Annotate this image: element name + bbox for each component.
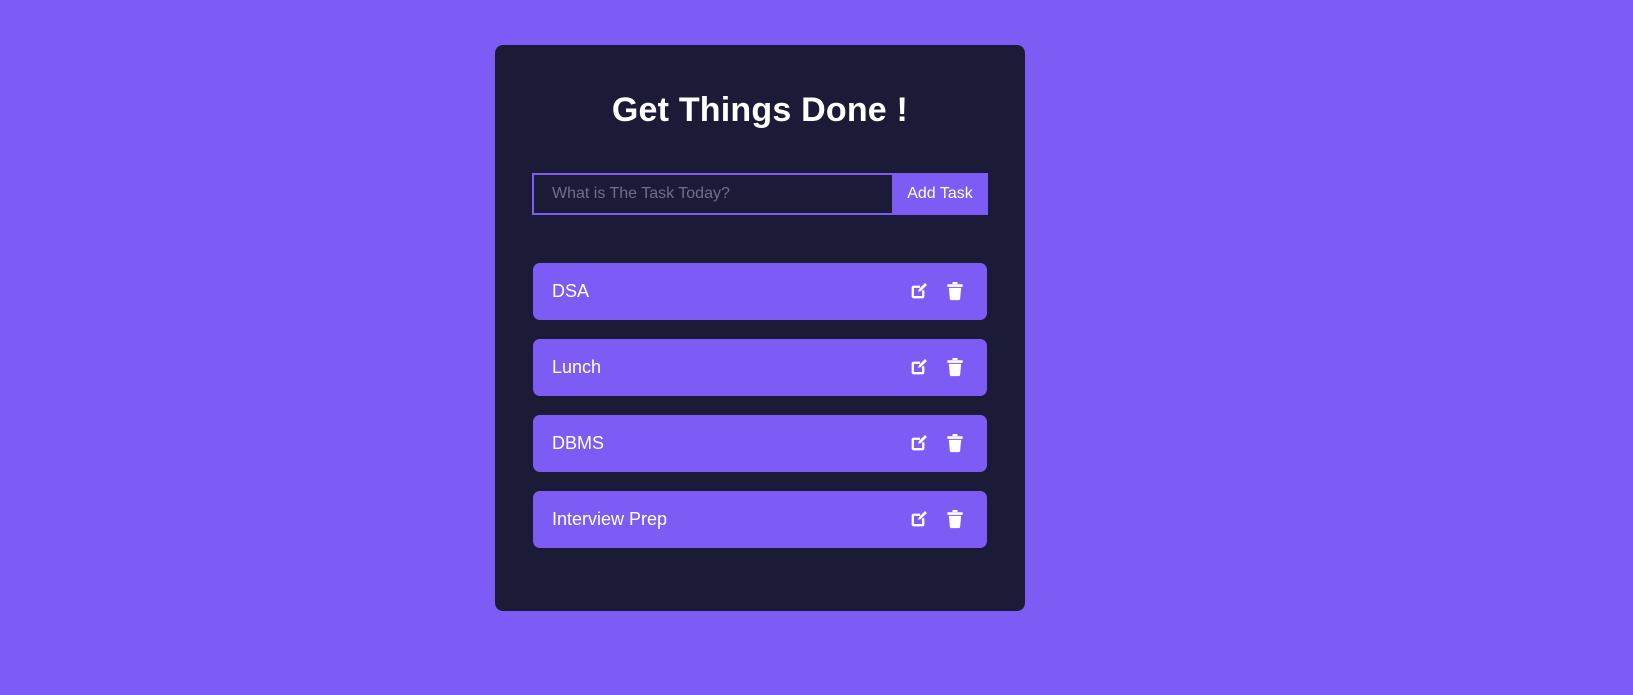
- task-row[interactable]: Interview Prep: [533, 490, 987, 548]
- task-label: DBMS: [552, 432, 605, 453]
- delete-task-button[interactable]: [943, 507, 967, 531]
- task-row[interactable]: Lunch: [533, 338, 987, 396]
- edit-pencil-square-icon: [908, 356, 930, 378]
- trash-icon: [945, 280, 965, 302]
- task-actions: [907, 431, 967, 455]
- task-input[interactable]: [532, 172, 892, 215]
- edit-pencil-square-icon: [908, 432, 930, 454]
- task-label: Lunch: [552, 356, 602, 377]
- trash-icon: [945, 432, 965, 454]
- app-root: Get Things Done ! Add Task DSA: [0, 0, 1633, 695]
- add-task-button[interactable]: Add Task: [892, 172, 988, 215]
- task-actions: [907, 355, 967, 379]
- edit-task-button[interactable]: [907, 507, 931, 531]
- delete-task-button[interactable]: [943, 355, 967, 379]
- edit-pencil-square-icon: [908, 508, 930, 530]
- task-row[interactable]: DSA: [533, 262, 987, 320]
- task-actions: [907, 279, 967, 303]
- todo-panel: Get Things Done ! Add Task DSA: [495, 45, 1025, 611]
- edit-task-button[interactable]: [907, 355, 931, 379]
- delete-task-button[interactable]: [943, 279, 967, 303]
- task-row[interactable]: DBMS: [533, 414, 987, 472]
- task-label: DSA: [552, 280, 590, 301]
- edit-task-button[interactable]: [907, 431, 931, 455]
- add-task-form: Add Task: [532, 172, 988, 215]
- trash-icon: [945, 356, 965, 378]
- delete-task-button[interactable]: [943, 431, 967, 455]
- edit-task-button[interactable]: [907, 279, 931, 303]
- task-actions: [907, 507, 967, 531]
- edit-pencil-square-icon: [908, 280, 930, 302]
- task-list: DSA Lunch DBMS Interview Prep: [533, 262, 987, 548]
- task-label: Interview Prep: [552, 508, 668, 529]
- trash-icon: [945, 508, 965, 530]
- page-title: Get Things Done !: [611, 91, 909, 129]
